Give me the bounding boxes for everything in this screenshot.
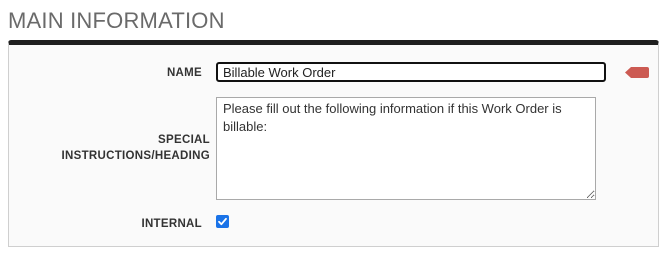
- special-instructions-textarea[interactable]: Please fill out the following informatio…: [216, 97, 596, 200]
- special-instructions-label: SPECIAL INSTRUCTIONS/HEADING: [61, 134, 210, 162]
- internal-checkbox[interactable]: [216, 215, 229, 228]
- required-flag-icon: [625, 67, 649, 78]
- name-label: NAME: [166, 67, 202, 79]
- internal-label: INTERNAL: [141, 218, 202, 230]
- main-information-panel: NAME SPECIAL INSTRUCTIONS/HEADING Please…: [8, 40, 659, 247]
- section-title: MAIN INFORMATION: [8, 8, 225, 33]
- name-input[interactable]: [216, 62, 606, 82]
- checkmark-icon: [218, 217, 227, 226]
